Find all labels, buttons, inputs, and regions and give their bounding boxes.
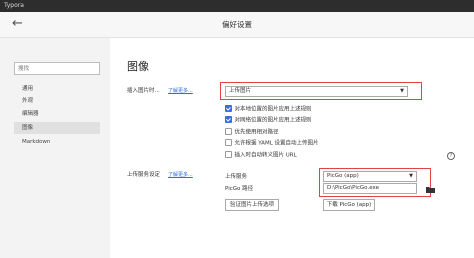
upload-service-learn-more-link[interactable]: 了解更多... [168,171,193,179]
sidebar-item-markdown[interactable]: Markdown [14,136,100,148]
window-titlebar: Typora [0,0,474,12]
option-apply-network[interactable]: 对网络位置的图片应用上述规则 [225,116,312,125]
sidebar-item-general[interactable]: 通用 [14,83,100,95]
sidebar-item-image[interactable]: 图像 [14,122,100,134]
chevron-down-icon: ▼ [409,173,413,179]
upload-service-label: 上传服务 [225,174,248,180]
option-yaml-upload[interactable]: 允许根据 YAML 设置自动上传图片 [225,139,319,148]
checkbox-icon[interactable] [225,151,232,158]
upload-service-section-label: 上传服务设定 [127,172,161,178]
checkbox-icon[interactable] [225,139,232,146]
app-name: Typora [4,2,24,9]
insert-image-action-select[interactable]: 上传图片 ▼ [225,86,408,97]
upload-service-select[interactable]: PicGo (app) ▼ [323,171,417,182]
folder-icon[interactable] [426,186,435,193]
checkbox-checked-icon[interactable] [225,116,232,123]
verify-upload-button[interactable]: 验证图片上传选项 [225,199,279,211]
picgo-path-input[interactable]: D:\PicGo\PicGo.exe [323,183,417,194]
header-bar: ← 偏好设置 [0,12,474,38]
page-header-title: 偏好设置 [222,20,252,29]
checkbox-checked-icon[interactable] [225,105,232,112]
sidebar-item-editor[interactable]: 编辑器 [14,108,100,120]
option-escape-url[interactable]: 插入时自动转义图片 URL [225,151,297,160]
insert-image-action-value: 上传图片 [229,88,252,94]
help-icon[interactable]: ? [447,152,455,160]
option-relative-path[interactable]: 优先使用相对路径 [225,128,279,137]
search-input[interactable] [14,62,100,75]
picgo-path-label: PicGo 路径 [225,186,254,192]
sidebar: 通用 外观 编辑器 图像 Markdown [0,38,110,258]
download-picgo-button[interactable]: 下载 PicGo (app) [323,199,375,211]
upload-service-value: PicGo (app) [327,173,359,179]
sidebar-item-appearance[interactable]: 外观 [14,95,100,107]
insert-image-label: 插入图片时... [127,88,160,94]
insert-image-learn-more-link[interactable]: 了解更多... [168,87,193,95]
checkbox-icon[interactable] [225,128,232,135]
chevron-down-icon: ▼ [400,88,404,94]
main-panel: 图像 插入图片时... 了解更多... 上传图片 ▼ 对本地位置的图片应用上述规… [110,38,474,258]
option-apply-local[interactable]: 对本地位置的图片应用上述规则 [225,105,312,114]
page-title: 图像 [127,60,149,73]
